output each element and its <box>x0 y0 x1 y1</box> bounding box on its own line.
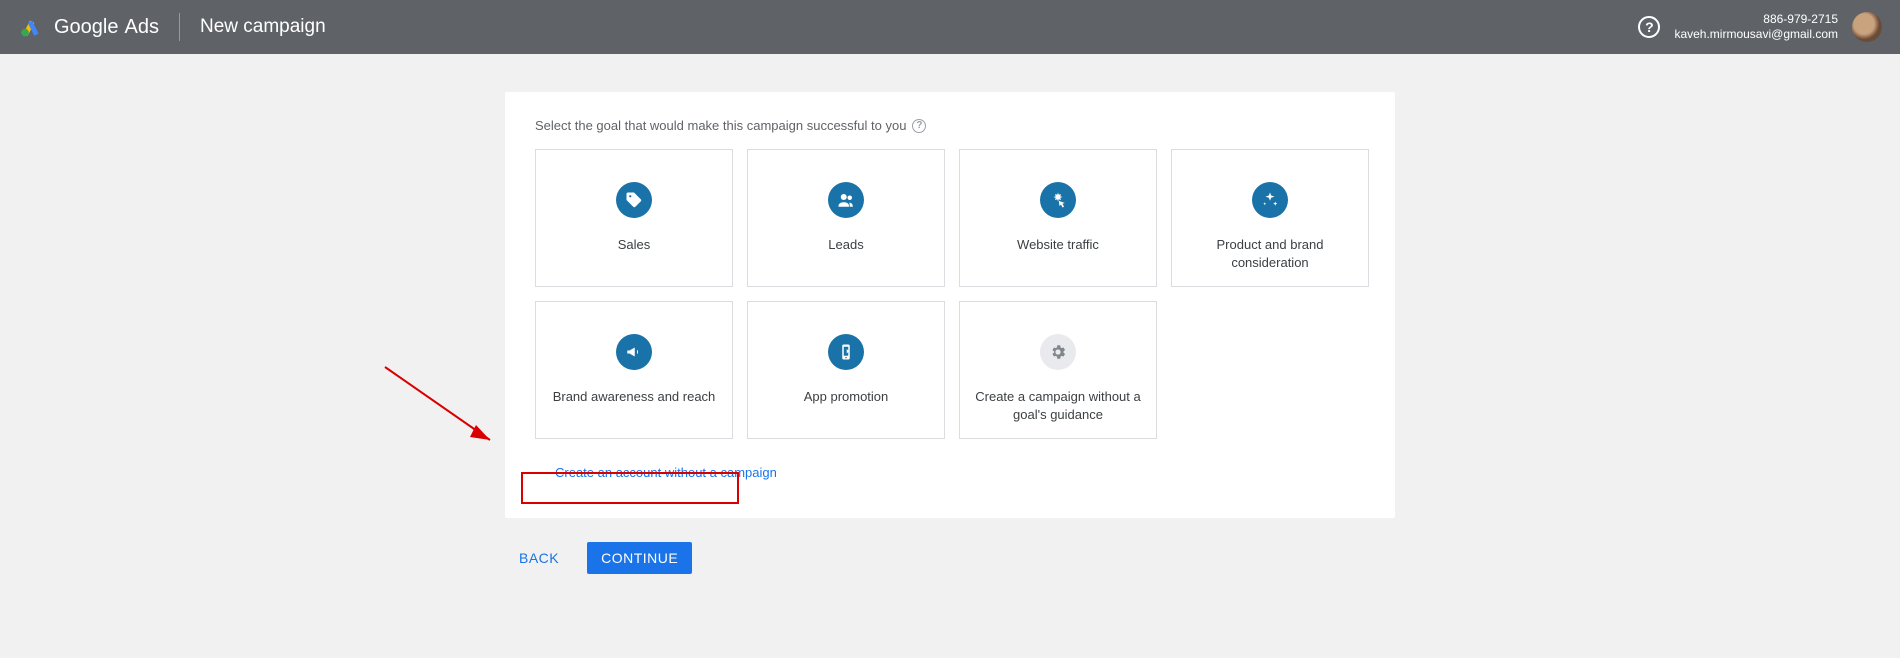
goal-option[interactable]: App promotion <box>747 301 945 439</box>
goal-label: Product and brand consideration <box>1172 236 1368 271</box>
create-account-without-campaign-link[interactable]: Create an account without a campaign <box>535 457 797 488</box>
page-body: Select the goal that would make this cam… <box>0 54 1900 574</box>
logo-block: Google Ads <box>18 12 159 43</box>
tag-icon <box>616 182 652 218</box>
app-header: Google Ads New campaign ? 886-979-2715 k… <box>0 0 1900 54</box>
account-id: 886-979-2715 <box>1674 12 1838 27</box>
goal-label: Sales <box>606 236 663 254</box>
goal-option[interactable]: Product and brand consideration <box>1171 149 1369 287</box>
megaphone-icon <box>616 334 652 370</box>
goal-card-panel: Select the goal that would make this cam… <box>505 92 1395 518</box>
goal-option[interactable]: Brand awareness and reach <box>535 301 733 439</box>
account-email: kaveh.mirmousavi@gmail.com <box>1674 27 1838 42</box>
goal-label: App promotion <box>792 388 901 406</box>
continue-button[interactable]: CONTINUE <box>587 542 692 574</box>
goal-option[interactable]: Leads <box>747 149 945 287</box>
content-column: Select the goal that would make this cam… <box>505 92 1395 574</box>
page-title: New campaign <box>200 16 326 38</box>
gear-icon <box>1040 334 1076 370</box>
people-icon <box>828 182 864 218</box>
back-button[interactable]: BACK <box>509 542 569 574</box>
goal-option[interactable]: Create a campaign without a goal's guida… <box>959 301 1157 439</box>
button-row: BACK CONTINUE <box>505 542 1395 574</box>
help-icon[interactable]: ? <box>1638 16 1660 38</box>
goal-option[interactable]: Website traffic <box>959 149 1157 287</box>
google-ads-logo-icon <box>18 12 44 43</box>
info-icon[interactable]: ? <box>912 119 926 133</box>
brand-text: Google Ads <box>54 16 159 39</box>
brand-second: Ads <box>125 16 159 39</box>
goal-label: Leads <box>816 236 875 254</box>
avatar[interactable] <box>1852 12 1882 42</box>
goal-prompt-text: Select the goal that would make this cam… <box>535 118 906 133</box>
brand-first: Google <box>54 16 119 39</box>
goal-label: Create a campaign without a goal's guida… <box>960 388 1156 423</box>
annotation-arrow-icon <box>380 362 510 462</box>
header-right: ? 886-979-2715 kaveh.mirmousavi@gmail.co… <box>1638 12 1882 42</box>
click-icon <box>1040 182 1076 218</box>
goal-label: Brand awareness and reach <box>541 388 728 406</box>
header-divider <box>179 13 180 41</box>
sparkle-icon <box>1252 182 1288 218</box>
goal-label: Website traffic <box>1005 236 1111 254</box>
account-info[interactable]: 886-979-2715 kaveh.mirmousavi@gmail.com <box>1674 12 1838 42</box>
phone-icon <box>828 334 864 370</box>
goal-option[interactable]: Sales <box>535 149 733 287</box>
goal-prompt: Select the goal that would make this cam… <box>535 118 1365 133</box>
goal-grid: Sales Leads Website traffic Product and bra… <box>535 149 1365 439</box>
